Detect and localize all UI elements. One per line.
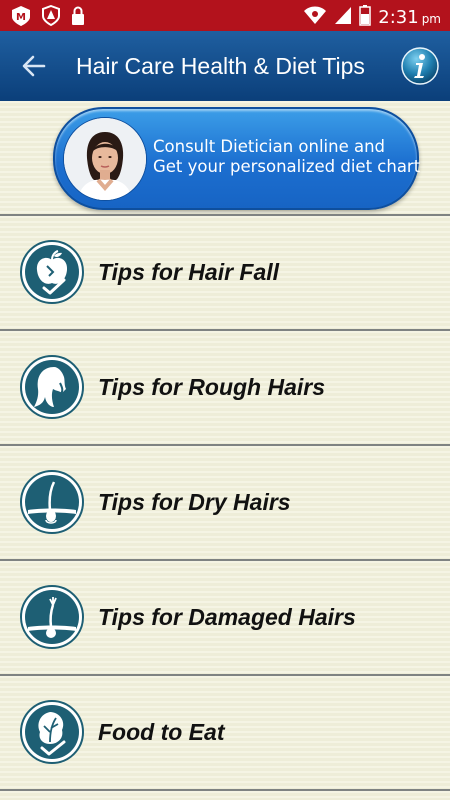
list-item-dry-hairs[interactable]: Tips for Dry Hairs xyxy=(0,446,450,559)
arrow-left-icon xyxy=(22,55,46,77)
list-item-label: Tips for Damaged Hairs xyxy=(98,604,356,630)
back-button[interactable] xyxy=(20,52,48,80)
page-title: Hair Care Health & Diet Tips xyxy=(76,53,365,79)
banner-text: Consult Dietician online and Get your pe… xyxy=(153,137,420,177)
consult-dietician-banner[interactable]: Consult Dietician online and Get your pe… xyxy=(53,107,420,210)
wifi-icon xyxy=(303,5,327,30)
info-icon xyxy=(401,47,439,85)
apple-check-icon xyxy=(20,240,84,304)
hair-head-icon xyxy=(20,355,84,419)
mcafee-icon: M xyxy=(10,5,32,32)
leaf-check-icon xyxy=(20,700,84,764)
divider xyxy=(0,789,450,791)
hair-follicle-icon xyxy=(20,470,84,534)
list-item-hair-fall[interactable]: Tips for Hair Fall xyxy=(0,216,450,329)
shield-icon xyxy=(41,4,61,32)
list-item-label: Food to Eat xyxy=(98,719,225,745)
dietician-avatar xyxy=(63,117,147,201)
list-item-label: Tips for Dry Hairs xyxy=(98,489,291,515)
battery-icon xyxy=(359,4,372,31)
list-item-label: Tips for Rough Hairs xyxy=(98,374,326,400)
damaged-follicle-icon xyxy=(20,585,84,649)
lock-icon xyxy=(70,6,86,31)
banner-line-2: Get your personalized diet chart xyxy=(153,157,421,176)
info-button[interactable] xyxy=(401,47,439,85)
list-item-label: Tips for Hair Fall xyxy=(98,259,280,285)
banner-line-1: Consult Dietician online and xyxy=(153,137,386,156)
time-ampm: pm xyxy=(421,12,441,26)
app-bar: Hair Care Health & Diet Tips xyxy=(0,31,450,101)
clock-time: 2:31 pm xyxy=(378,7,441,28)
list-item-damaged-hairs[interactable]: Tips for Damaged Hairs xyxy=(0,561,450,674)
signal-icon xyxy=(334,5,352,30)
status-bar: M 2:31 pm xyxy=(0,0,450,31)
list-item-rough-hairs[interactable]: Tips for Rough Hairs xyxy=(0,331,450,444)
list-item-food-to-eat[interactable]: Food to Eat xyxy=(0,676,450,789)
svg-text:M: M xyxy=(16,12,26,23)
time-value: 2:31 xyxy=(378,7,419,28)
